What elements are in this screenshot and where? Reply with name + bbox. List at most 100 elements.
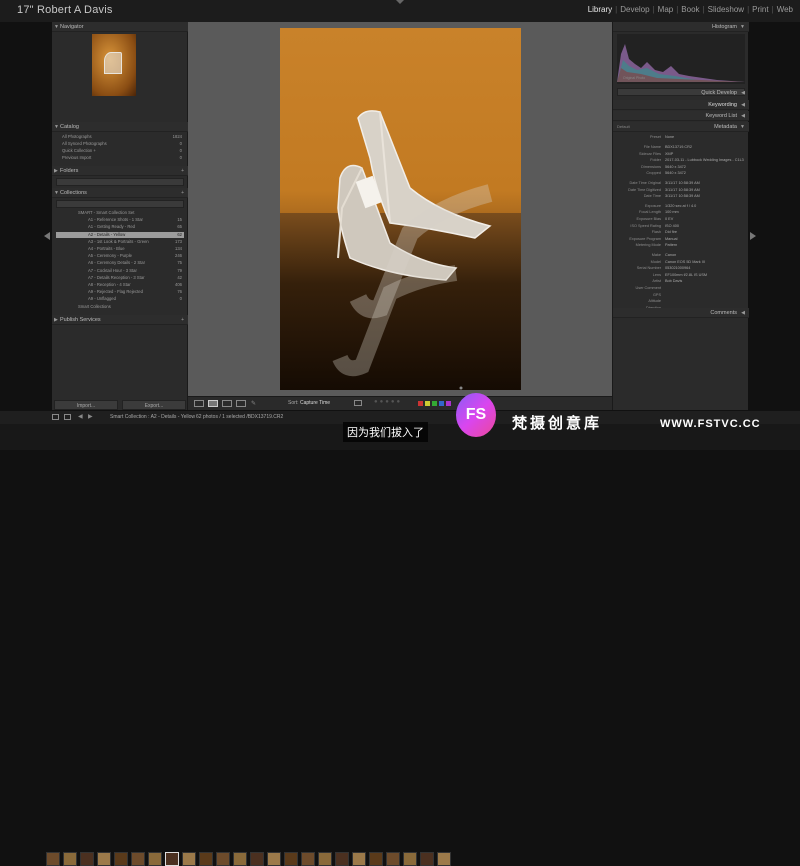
color-label-yellow[interactable]: [425, 401, 430, 406]
filmstrip-thumbnail[interactable]: [335, 852, 349, 866]
metadata-value[interactable]: 1/320 sec at f / 4.0: [665, 203, 696, 209]
collection-item[interactable]: A1 - Getting Ready - Red 65: [56, 224, 184, 230]
filmstrip-thumbnail[interactable]: [437, 852, 451, 866]
metadata-row[interactable]: Make Canon: [617, 252, 745, 258]
color-label-blue[interactable]: [439, 401, 444, 406]
add-publish-icon[interactable]: +: [181, 315, 184, 325]
metadata-value[interactable]: Manual: [665, 236, 677, 242]
keyword-list-header[interactable]: Keyword List ◀: [613, 111, 749, 121]
metadata-header[interactable]: Default Metadata ▼: [613, 122, 749, 132]
keywording-header[interactable]: Keywording ◀: [613, 100, 749, 110]
metadata-value[interactable]: EF100mm f/2.8L IS USM: [665, 272, 707, 278]
filmstrip-thumbnail[interactable]: [46, 852, 60, 866]
filmstrip-thumbnail[interactable]: [420, 852, 434, 866]
metadata-row[interactable]: Exposure 1/320 sec at f / 4.0: [617, 203, 745, 209]
quick-develop-header[interactable]: Quick Develop ◀: [613, 88, 749, 98]
collection-item[interactable]: A4 - Portraits - Blue 134: [56, 246, 184, 252]
metadata-row[interactable]: Exposure Program Manual: [617, 236, 745, 242]
metadata-row[interactable]: Model Canon EOS 5D Mark III: [617, 259, 745, 265]
metadata-value[interactable]: Canon: [665, 252, 676, 258]
collection-item[interactable]: A9 - Rejected - Flag Rejected 76: [56, 289, 184, 295]
metadata-row[interactable]: Artist Bob Davis: [617, 278, 745, 284]
filmstrip-thumbnail[interactable]: [216, 852, 230, 866]
collection-item[interactable]: A2 - Details - Yellow 62: [56, 231, 184, 238]
catalog-item[interactable]: Previous Import 0: [56, 155, 184, 161]
metadata-value[interactable]: 2017-03-11 - Lubbock Wedding Images - C1…: [665, 157, 744, 163]
collapse-top-panel-icon[interactable]: [396, 0, 404, 4]
metadata-value[interactable]: 3/11/17 10:58:39 AM: [665, 187, 700, 193]
rating-stars[interactable]: ●●●●●: [374, 399, 402, 405]
module-book[interactable]: Book: [678, 5, 702, 14]
histogram-header[interactable]: Histogram ▼: [613, 22, 749, 32]
metadata-value[interactable]: 0 EV: [665, 216, 673, 222]
metadata-value[interactable]: BDX13719.CR2: [665, 144, 692, 150]
navigator-header[interactable]: ▼ Navigator: [52, 22, 188, 32]
collapse-left-panel-icon[interactable]: [44, 232, 50, 240]
metadata-row[interactable]: Cropped 5640 x 3472: [617, 170, 745, 176]
filmstrip-thumbnail[interactable]: [80, 852, 94, 866]
metadata-row[interactable]: Sidecar Files XMP: [617, 151, 745, 157]
collection-item[interactable]: SMART - Smart Collection Set: [56, 210, 184, 216]
filmstrip-thumbnail[interactable]: [267, 852, 281, 866]
publish-services-header[interactable]: ▶ Publish Services +: [52, 315, 188, 325]
collection-item[interactable]: A1 - Reference Shots - 1 Star 15: [56, 217, 184, 223]
metadata-row[interactable]: Flash Did fire: [617, 229, 745, 235]
filmstrip-thumbnail[interactable]: [165, 852, 179, 866]
filmstrip-thumbnail[interactable]: [97, 852, 111, 866]
metadata-row[interactable]: ISO Speed Rating ISO 400: [617, 223, 745, 229]
folders-header[interactable]: ▶ Folders +: [52, 166, 188, 176]
metadata-row[interactable]: GPS: [617, 292, 745, 298]
collections-header[interactable]: ▼ Collections +: [52, 188, 188, 198]
grid-view-icon[interactable]: [194, 400, 204, 407]
metadata-value[interactable]: 053021000964: [665, 265, 690, 271]
module-library[interactable]: Library: [585, 5, 615, 14]
filmstrip-thumbnail[interactable]: [131, 852, 145, 866]
catalog-item[interactable]: Quick Collection + 0: [56, 148, 184, 154]
metadata-value[interactable]: Pattern: [665, 242, 677, 248]
grid-icon[interactable]: [64, 414, 71, 420]
second-window-icon[interactable]: [52, 414, 59, 420]
collapse-right-panel-icon[interactable]: [750, 232, 756, 240]
import-button[interactable]: Import...: [54, 400, 118, 410]
filmstrip-thumbnail[interactable]: [284, 852, 298, 866]
metadata-row[interactable]: Date Time 3/11/17 10:58:39 AM: [617, 193, 745, 199]
metadata-row[interactable]: Focal Length 100 mm: [617, 209, 745, 215]
filmstrip-thumbnail[interactable]: [386, 852, 400, 866]
metadata-row[interactable]: Folder 2017-03-11 - Lubbock Wedding Image…: [617, 157, 745, 163]
forward-icon[interactable]: ▶: [88, 413, 93, 420]
filmstrip-thumbnail[interactable]: [148, 852, 162, 866]
filmstrip-thumbnail[interactable]: [352, 852, 366, 866]
catalog-item[interactable]: All Photographs 1824: [56, 134, 184, 140]
color-label-green[interactable]: [432, 401, 437, 406]
loupe-view-icon[interactable]: [208, 400, 218, 407]
preset-row[interactable]: Preset None: [617, 134, 745, 140]
filmstrip-thumbnail[interactable]: [182, 852, 196, 866]
filmstrip-thumbnail[interactable]: [250, 852, 264, 866]
painter-icon[interactable]: ✎: [251, 400, 256, 407]
metadata-row[interactable]: Altitude: [617, 298, 745, 304]
color-label-red[interactable]: [418, 401, 423, 406]
module-develop[interactable]: Develop: [617, 5, 652, 14]
metadata-value[interactable]: XMP: [665, 151, 673, 157]
collection-item[interactable]: A7 - Cocktail Hour - 3 Star 79: [56, 268, 184, 274]
metadata-row[interactable]: Lens EF100mm f/2.8L IS USM: [617, 272, 745, 278]
export-button[interactable]: Export...: [122, 400, 186, 410]
module-web[interactable]: Web: [774, 5, 796, 14]
collection-item[interactable]: A3 - 1st Look & Portraits - Green 173: [56, 239, 184, 245]
metadata-row[interactable]: User Comment: [617, 285, 745, 291]
navigator-preview[interactable]: [92, 34, 136, 96]
folders-filter[interactable]: Filter Folders: [56, 178, 184, 193]
filmstrip-thumbnail[interactable]: [199, 852, 213, 866]
filmstrip-thumbnail[interactable]: [369, 852, 383, 866]
filmstrip-thumbnail[interactable]: [63, 852, 77, 866]
filmstrip-thumbnail[interactable]: [233, 852, 247, 866]
source-path[interactable]: Smart Collection : A2 - Details - Yellow: [110, 414, 195, 420]
color-label-purple[interactable]: [446, 401, 451, 406]
metadata-row[interactable]: Dimensions 5640 x 3472: [617, 164, 745, 170]
collections-filter[interactable]: [56, 200, 184, 208]
metadata-value[interactable]: Bob Davis: [665, 278, 682, 284]
flag-icon[interactable]: [354, 400, 362, 406]
preset-value[interactable]: None: [665, 134, 674, 140]
collection-item[interactable]: A9 - Unflagged 0: [56, 296, 184, 302]
back-icon[interactable]: ◀: [78, 413, 83, 420]
